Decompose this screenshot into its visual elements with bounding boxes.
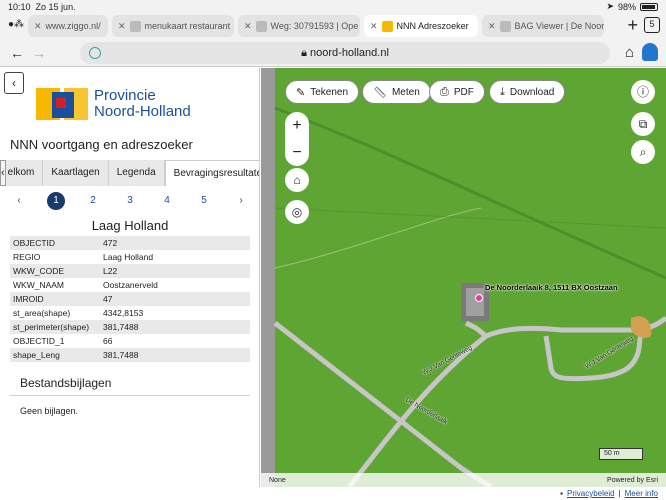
search-icon[interactable]: ⌕ (631, 140, 655, 164)
battery-percent: 98% (617, 1, 636, 12)
status-date: Zo 15 jun. (35, 1, 76, 12)
logo-line1: Provincie (94, 87, 156, 104)
tab-bevragingsresultaten[interactable]: Bevragingsresultaten (164, 160, 259, 186)
pager-page-5[interactable]: 5 (195, 192, 213, 210)
table-row: WKW_CODE L22 (10, 264, 250, 278)
ruler-icon: 📏︎ (373, 86, 387, 99)
location-icon: ➤ (606, 1, 614, 11)
pager-page-4[interactable]: 4 (158, 192, 176, 210)
attribution-left: None (269, 476, 286, 484)
tab-count-button[interactable]: 5 (644, 17, 660, 33)
tab-kaartlagen[interactable]: Kaartlagen (43, 160, 109, 186)
status-time: 10:10 (8, 1, 31, 12)
privacy-link[interactable]: Privacybeleid (567, 489, 615, 498)
table-row: st_perimeter(shape) 381,7488 (10, 320, 250, 334)
url-field[interactable]: 🔒︎ noord-holland.nl (80, 42, 610, 64)
logo-line2: Noord-Holland (94, 103, 191, 120)
pdf-button[interactable]: ⎙ PDF (429, 80, 485, 104)
province-logo: Provincie Noord-Holland (36, 88, 191, 120)
close-icon[interactable]: ✕ (370, 21, 378, 32)
browser-tab-ziggo[interactable]: ✕ www.ziggo.nl/ (28, 15, 108, 37)
shield-icon: ▪ (560, 489, 563, 498)
app-title: NNN voortgang en adreszoeker (10, 137, 193, 152)
print-icon: ⎙ (440, 85, 449, 98)
panel-tabs: ‹ elkom Kaartlagen Legenda Bevragingsres… (0, 160, 259, 186)
table-row: OBJECTID_1 66 (13, 336, 113, 346)
close-icon[interactable]: ✕ (488, 21, 496, 32)
favicon-icon (129, 20, 141, 32)
zoom-control: + − (285, 112, 309, 166)
tab-menu-icon[interactable]: ●⁂ (8, 19, 24, 30)
tab-legenda[interactable]: Legenda (108, 160, 165, 186)
scale-bar: 50 m (599, 448, 643, 460)
zoom-in-icon[interactable]: + (292, 117, 301, 135)
pager-page-3[interactable]: 3 (121, 192, 139, 210)
attribute-table: OBJECTID 472 REGIO Laag Holland WKW_CODE L2… (10, 236, 250, 362)
favicon-icon (499, 20, 511, 32)
feature-title: Laag Holland (91, 218, 169, 233)
tab-welkom[interactable]: elkom (5, 160, 44, 186)
browser-tab-nnn[interactable]: ✕ NNN Adreszoeker (364, 15, 478, 37)
pencil-icon: ✎ (296, 86, 306, 99)
table-row: st_area(shape) 4342,8153 (13, 308, 144, 318)
browser-tab-strip: ●⁂ ✕ www.ziggo.nl/ ✕ menukaart restaurant … (0, 13, 666, 39)
collapse-sidebar-button[interactable]: ‹ (4, 72, 24, 94)
ghostery-icon[interactable] (642, 43, 658, 61)
table-row: shape_Leng 381,7488 (10, 348, 250, 362)
new-tab-button[interactable]: + (627, 15, 638, 36)
download-icon: ⤓ (500, 85, 505, 98)
close-icon[interactable]: ✕ (118, 21, 126, 32)
url-text: noord-holland.nl (310, 47, 389, 59)
attachments-heading: Bestandsbijlagen (10, 368, 250, 396)
pager-next-icon[interactable]: › (232, 192, 250, 210)
forward-arrow-icon[interactable]: → (32, 45, 54, 61)
status-bar: 10:10 Zo 15 jun. ➤ 98% (0, 0, 666, 13)
favicon-icon (255, 20, 267, 32)
layers-off-icon[interactable]: ⧉ (631, 112, 655, 136)
home-extent-icon[interactable]: ⌂ (285, 168, 309, 192)
table-row: WKW_NAAM Oostzanerveld (13, 280, 158, 290)
back-arrow-icon[interactable]: ← (10, 45, 32, 61)
lock-icon: 🔒︎ (301, 46, 311, 59)
browser-tab-weg[interactable]: ✕ Weg: 30791593 | Ope (238, 15, 360, 37)
browser-tab-menukaart[interactable]: ✕ menukaart restaurant (112, 15, 234, 37)
table-row: REGIO Laag Holland (13, 252, 154, 262)
result-pager: ‹ 1 2 3 4 5 › (10, 192, 250, 210)
reload-icon[interactable] (89, 47, 101, 59)
sidebar-panel: ‹ Provincie Noord-Holland NNN voortgang e… (0, 68, 260, 487)
address-bar: ← → 🔒︎ noord-holland.nl ⌂ (0, 39, 666, 67)
location-pin-icon[interactable] (475, 294, 483, 302)
battery-icon (640, 2, 658, 11)
info-icon[interactable]: ⓘ (631, 80, 655, 104)
no-attachments-text: Geen bijlagen. (20, 406, 79, 416)
address-label: De Noorderlaaik 8, 1511 BX Oostzaan (485, 283, 618, 292)
home-icon[interactable]: ⌂ (625, 44, 634, 61)
draw-button[interactable]: ✎ Tekenen (285, 80, 360, 104)
close-icon[interactable]: ✕ (244, 21, 252, 32)
favicon-icon (381, 20, 393, 32)
locate-icon[interactable]: ◎ (285, 200, 309, 224)
measure-button[interactable]: 📏︎ Meten (362, 80, 431, 104)
pager-page-2[interactable]: 2 (84, 192, 102, 210)
more-info-link[interactable]: Meer info (625, 489, 658, 498)
download-button[interactable]: ⤓ Download (489, 80, 566, 104)
close-icon[interactable]: ✕ (34, 21, 42, 32)
map-view[interactable]: ✎ Tekenen 📏︎ Meten ⎙ PDF ⤓ Download ⓘ ⧉ ⌕ + … (261, 68, 666, 487)
page-footer: ▪ Privacybeleid | Meer info (560, 489, 658, 498)
browser-tab-bag[interactable]: ✕ BAG Viewer | De Noor (482, 15, 604, 37)
attribution-right[interactable]: Powered by Esri (607, 477, 658, 484)
pager-page-1[interactable]: 1 (47, 192, 65, 210)
province-logo-mark (36, 88, 88, 120)
table-row: IMROID 47 (10, 292, 250, 306)
zoom-out-icon[interactable]: − (292, 144, 301, 162)
aerial-imagery (273, 106, 666, 487)
pager-prev-icon[interactable]: ‹ (10, 192, 28, 210)
table-row: OBJECTID 472 (10, 236, 250, 250)
map-attribution: None Powered by Esri (261, 473, 666, 487)
